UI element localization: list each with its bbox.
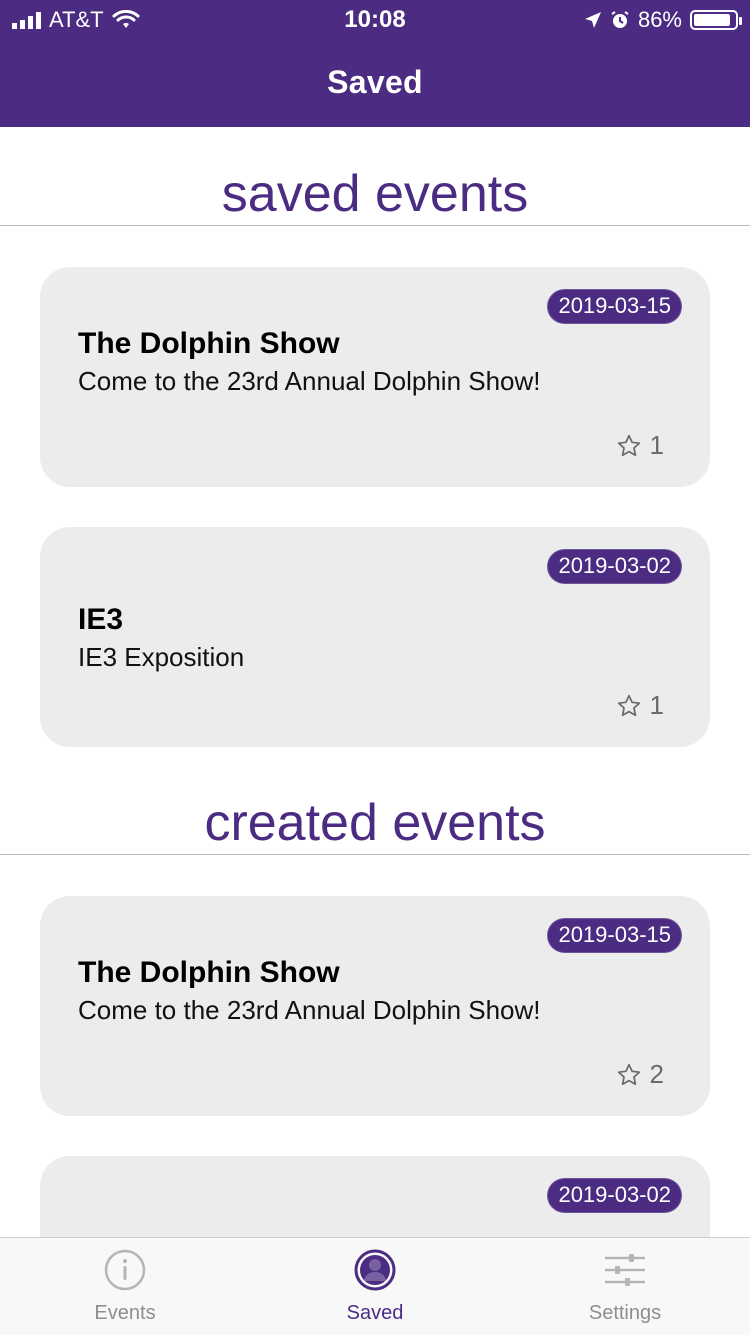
- sliders-icon: [605, 1254, 645, 1286]
- star-icon[interactable]: [616, 433, 642, 459]
- section-divider: [0, 854, 750, 855]
- tab-bar: Events Saved Settings: [0, 1237, 750, 1335]
- info-icon: [104, 1249, 146, 1291]
- event-card[interactable]: 2019-03-02: [40, 1156, 710, 1237]
- status-right: 86%: [584, 7, 742, 33]
- event-title: The Dolphin Show: [78, 327, 340, 360]
- user-circle-icon: [354, 1249, 396, 1291]
- saved-content[interactable]: saved events 2019-03-15 The Dolphin Show…: [0, 127, 750, 1237]
- event-description: IE3 Exposition: [78, 642, 245, 672]
- save-count-value: 1: [649, 690, 664, 720]
- tab-events[interactable]: Events: [0, 1248, 250, 1325]
- event-title: IE3: [78, 603, 124, 636]
- section-divider: [0, 225, 750, 226]
- alarm-icon: [611, 11, 629, 28]
- date-badge: 2019-03-15: [547, 918, 682, 953]
- tab-label: Saved: [346, 1302, 404, 1324]
- section-title-created: created events: [204, 794, 546, 852]
- save-count-value: 2: [649, 1059, 664, 1089]
- date-badge: 2019-03-15: [547, 289, 682, 324]
- star-icon[interactable]: [616, 693, 642, 719]
- top-bar: AT&T 10:08 86% Saved: [0, 0, 750, 127]
- save-count[interactable]: 1: [616, 690, 664, 721]
- tab-settings[interactable]: Settings: [500, 1248, 750, 1325]
- event-description: Come to the 23rd Annual Dolphin Show!: [78, 366, 541, 396]
- event-card[interactable]: 2019-03-15 The Dolphin Show Come to the …: [40, 896, 710, 1116]
- event-card[interactable]: 2019-03-02 IE3 IE3 Exposition 1: [40, 527, 710, 747]
- event-card[interactable]: 2019-03-15 The Dolphin Show Come to the …: [40, 267, 710, 487]
- page-title: Saved: [327, 64, 423, 100]
- tab-label: Events: [94, 1302, 156, 1324]
- event-title: The Dolphin Show: [78, 956, 340, 989]
- save-count[interactable]: 1: [616, 430, 664, 461]
- save-count-value: 1: [649, 430, 664, 460]
- tab-saved[interactable]: Saved: [250, 1248, 500, 1325]
- location-icon: [584, 12, 601, 28]
- battery-icon: [690, 10, 742, 30]
- save-count[interactable]: 2: [616, 1059, 664, 1090]
- section-title-saved: saved events: [221, 165, 529, 223]
- date-badge: 2019-03-02: [547, 549, 682, 584]
- tab-label: Settings: [588, 1302, 662, 1324]
- star-icon[interactable]: [616, 1062, 642, 1088]
- date-badge: 2019-03-02: [547, 1178, 682, 1213]
- event-description: Come to the 23rd Annual Dolphin Show!: [78, 995, 541, 1025]
- status-bar: AT&T 10:08 86%: [0, 0, 750, 40]
- battery-percent: 86%: [637, 7, 682, 32]
